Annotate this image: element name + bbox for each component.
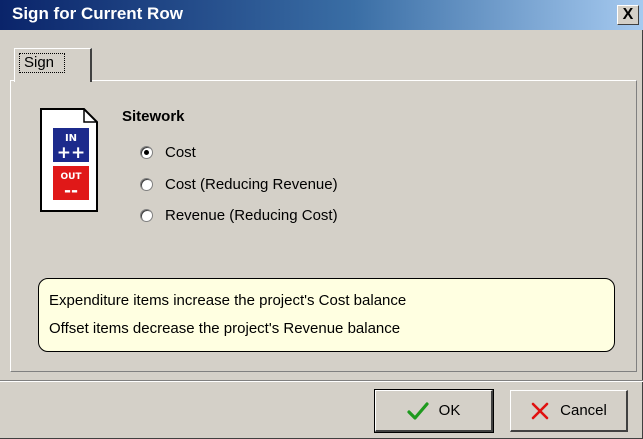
radio-option-cost-reducing-revenue[interactable]: Cost (Reducing Revenue) bbox=[140, 173, 338, 195]
ok-label: OK bbox=[438, 402, 461, 419]
x-icon bbox=[531, 402, 549, 419]
plus-symbols: ++ bbox=[57, 143, 86, 163]
minus-symbols: -- bbox=[64, 181, 78, 201]
radio-label: Cost (Reducing Revenue) bbox=[165, 175, 338, 193]
radio-option-revenue-reducing-cost[interactable]: Revenue (Reducing Cost) bbox=[140, 204, 338, 226]
radio-option-cost[interactable]: Cost bbox=[140, 141, 196, 163]
cancel-label: Cancel bbox=[560, 402, 607, 419]
info-line-1: Expenditure items increase the project's… bbox=[49, 292, 407, 309]
tab-sign-label: Sign bbox=[19, 53, 66, 73]
radio-label: Cost bbox=[165, 143, 196, 161]
tab-sign[interactable]: Sign bbox=[14, 48, 92, 82]
radio-button[interactable] bbox=[140, 177, 153, 191]
close-button[interactable]: X bbox=[617, 5, 639, 25]
info-line-2: Offset items decrease the project's Reve… bbox=[49, 320, 401, 337]
window-title: Sign for Current Row bbox=[12, 4, 183, 23]
radio-label: Revenue (Reducing Cost) bbox=[165, 206, 338, 224]
ok-button[interactable]: OK bbox=[374, 389, 494, 433]
cancel-button[interactable]: Cancel bbox=[510, 390, 628, 432]
close-icon: X bbox=[622, 6, 634, 23]
radio-button[interactable] bbox=[140, 208, 153, 222]
info-box: Expenditure items increase the project's… bbox=[38, 278, 615, 352]
checkmark-icon bbox=[407, 401, 429, 420]
group-title: Sitework bbox=[122, 108, 185, 125]
sign-dialog: Sign for Current Row X Sign IN ++ OUT --… bbox=[0, 0, 643, 439]
radio-button[interactable] bbox=[140, 145, 153, 159]
title-bar[interactable]: Sign for Current Row X bbox=[0, 0, 643, 30]
in-out-sign-icon: IN ++ OUT -- bbox=[40, 108, 98, 212]
separator bbox=[0, 380, 643, 382]
